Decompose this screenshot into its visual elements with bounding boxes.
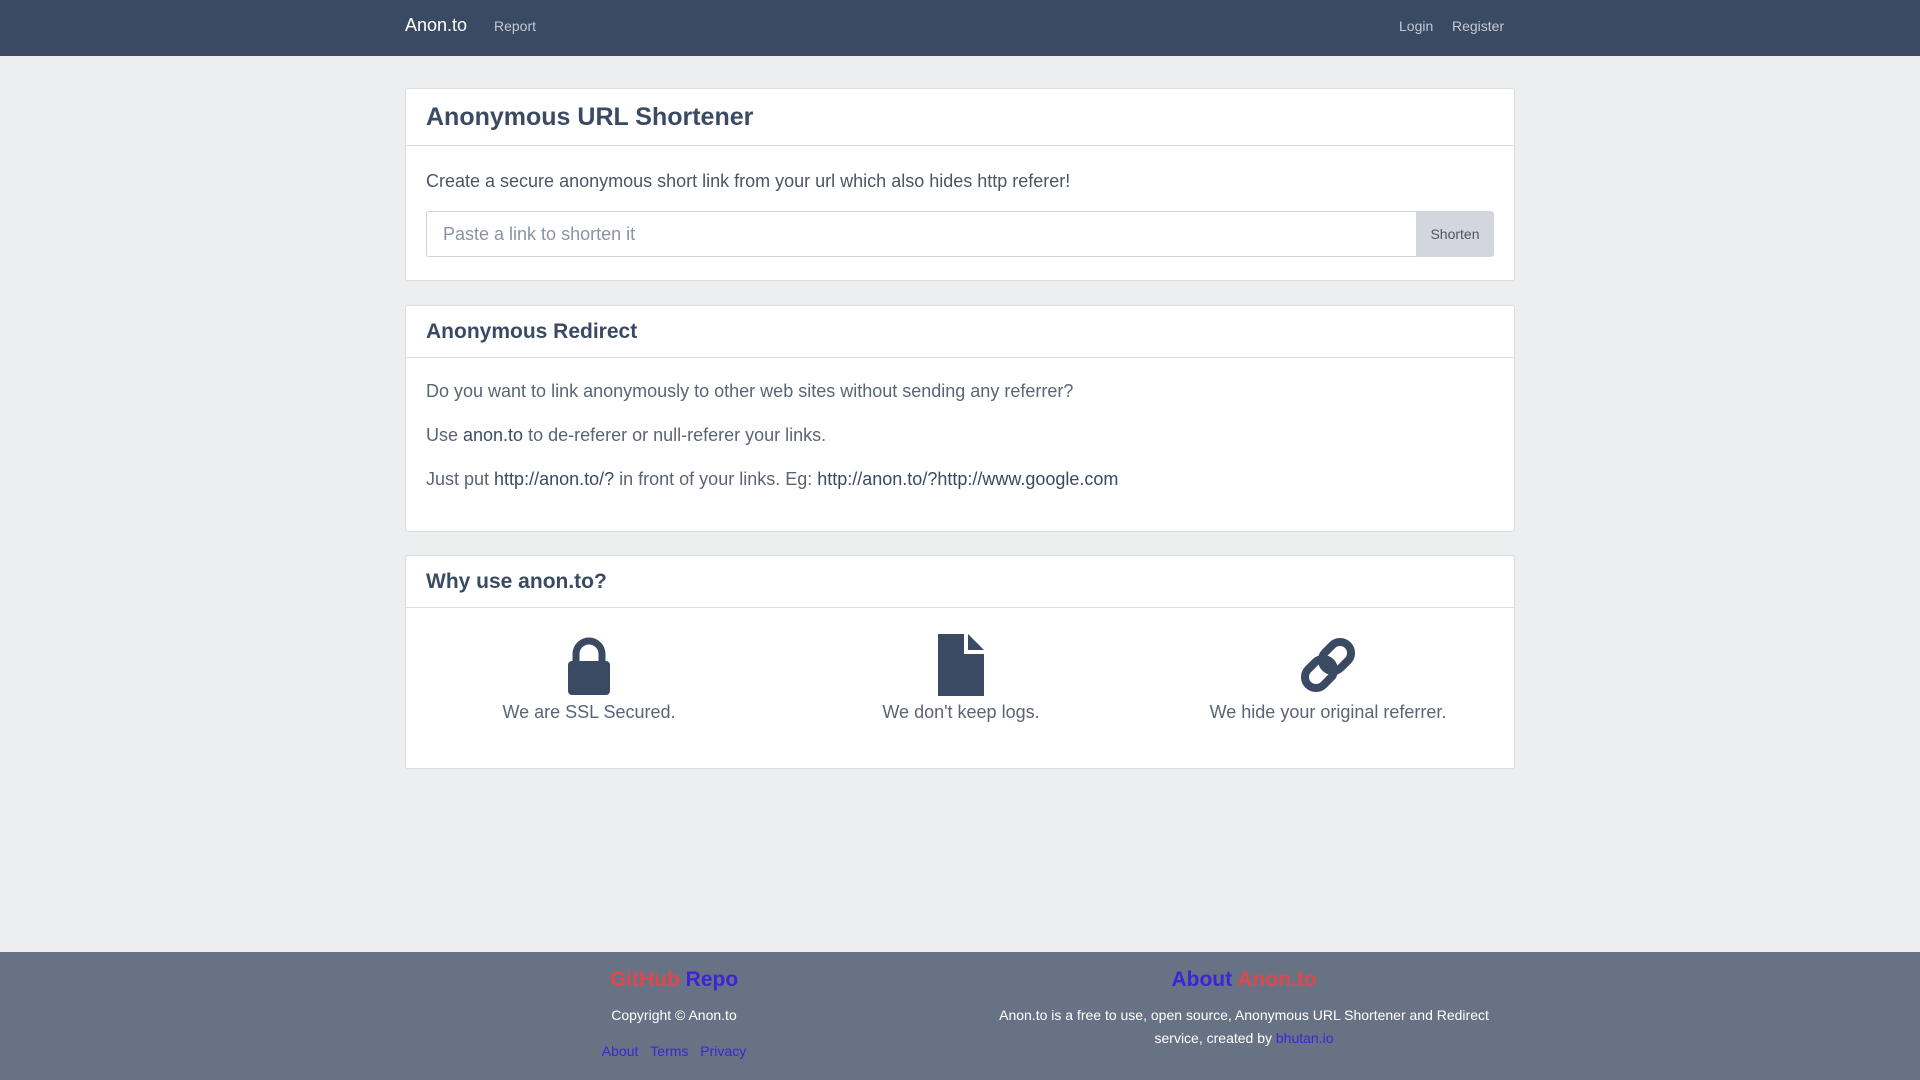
footer-github-column: GitHub Repo Copyright © Anon.to About Te… <box>556 968 792 1059</box>
footer-about-column: About Anon.to Anon.to is a free to use, … <box>972 968 1516 1050</box>
nav-report-link[interactable]: Report <box>494 18 536 34</box>
shorten-button[interactable]: Shorten <box>1416 211 1494 257</box>
lock-icon <box>568 637 610 695</box>
feature-hide-referrer: We hide your original referrer. <box>1145 634 1511 723</box>
url-input-group: Shorten <box>426 211 1494 257</box>
footer-terms-link[interactable]: Terms <box>650 1043 688 1059</box>
redirect-usage-text: Use anon.to to de-referer or null-refere… <box>426 425 826 446</box>
footer-about-word: About <box>1171 968 1233 991</box>
footer-anonto-word: Anon.to <box>1237 968 1317 991</box>
redirect-prefix-url: http://anon.to/? <box>494 469 615 489</box>
why-use-title: Why use anon.to? <box>406 556 1514 608</box>
url-shortener-description: Create a secure anonymous short link fro… <box>426 171 1071 191</box>
footer-github-word: GitHub <box>609 968 680 991</box>
redirect-example-url: http://anon.to/?http://www.google.com <box>817 469 1119 489</box>
footer-about-heading: About Anon.to <box>972 968 1516 992</box>
nav-register-link[interactable]: Register <box>1452 18 1504 34</box>
redirect-example-prefix: Just put <box>426 469 495 489</box>
redirect-example-middle: in front of your links. Eg: <box>614 469 818 489</box>
anonymous-redirect-card: Anonymous Redirect Do you want to link a… <box>405 305 1515 532</box>
feature-no-logs-text: We don't keep logs. <box>882 702 1040 722</box>
footer-github-heading[interactable]: GitHub Repo <box>556 968 792 992</box>
link-icon <box>1300 637 1356 693</box>
footer-links: About Terms Privacy <box>556 1043 792 1059</box>
brand-logo-link[interactable]: Anon.to <box>405 15 467 36</box>
redirect-example-text: Just put http://anon.to/? in front of yo… <box>426 469 1118 490</box>
page-footer: GitHub Repo Copyright © Anon.to About Te… <box>0 952 1920 1080</box>
nav-login-link[interactable]: Login <box>1399 18 1433 34</box>
url-shortener-card: Anonymous URL Shortener Create a secure … <box>405 88 1515 281</box>
file-icon <box>938 634 984 696</box>
feature-hide-referrer-text: We hide your original referrer. <box>1209 702 1447 722</box>
feature-ssl-text: We are SSL Secured. <box>502 702 676 722</box>
footer-copyright: Copyright © Anon.to <box>611 1007 737 1023</box>
redirect-question-text: Do you want to link anonymously to other… <box>426 381 1074 401</box>
url-input[interactable] <box>426 211 1416 257</box>
footer-about-text: Anon.to is a free to use, open source, A… <box>972 1004 1516 1050</box>
top-navbar: Anon.to Report Login Register <box>0 0 1920 56</box>
footer-repo-word: Repo <box>685 968 739 991</box>
redirect-usage-prefix: Use <box>426 425 464 445</box>
redirect-usage-suffix: to de-referer or null-referer your links… <box>523 425 827 445</box>
footer-about-link[interactable]: About <box>602 1043 639 1059</box>
footer-about-line2: service, created by <box>1154 1030 1276 1046</box>
footer-creator-link[interactable]: bhutan.io <box>1276 1030 1334 1046</box>
feature-ssl: We are SSL Secured. <box>406 634 772 723</box>
why-use-card: Why use anon.to? We are SSL Secured. We … <box>405 555 1515 769</box>
footer-privacy-link[interactable]: Privacy <box>700 1043 746 1059</box>
url-shortener-title: Anonymous URL Shortener <box>406 89 1514 146</box>
footer-about-line1: Anon.to is a free to use, open source, A… <box>999 1007 1489 1023</box>
anon-to-highlight: anon.to <box>463 425 524 445</box>
anonymous-redirect-title: Anonymous Redirect <box>406 306 1514 358</box>
feature-no-logs: We don't keep logs. <box>778 634 1144 723</box>
